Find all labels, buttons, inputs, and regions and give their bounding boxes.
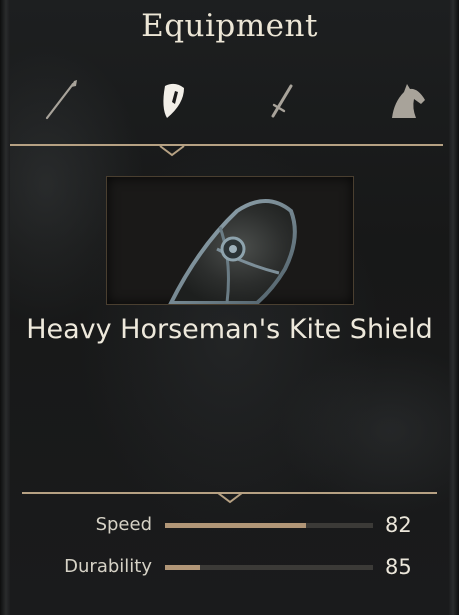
tab-sword[interactable] [262, 78, 302, 122]
stat-value: 82 [385, 513, 412, 537]
stat-bar [165, 523, 373, 528]
tab-horse[interactable] [388, 78, 428, 122]
item-preview [106, 176, 354, 305]
equipment-tabs [40, 78, 431, 126]
stat-value: 85 [385, 555, 412, 579]
tab-spear[interactable] [40, 78, 80, 122]
kite-shield-icon [168, 199, 297, 304]
tab-shield[interactable] [153, 78, 193, 122]
sword-icon [271, 84, 293, 118]
stat-label: Durability [64, 556, 152, 577]
stat-row-durability: Durability 85 [0, 554, 459, 580]
shield-icon [163, 83, 184, 118]
item-name: Heavy Horseman's Kite Shield [26, 314, 433, 345]
stats-divider [22, 488, 437, 504]
stat-bar [165, 565, 373, 570]
stat-label: Speed [95, 514, 152, 535]
horse-icon [392, 84, 425, 118]
stat-bar-fill [165, 565, 201, 570]
tabs-divider [10, 141, 443, 157]
stat-bar-fill [165, 523, 307, 528]
panel-title: Equipment [141, 8, 318, 44]
spear-icon [45, 80, 77, 120]
stat-row-speed: Speed 82 [0, 512, 459, 538]
